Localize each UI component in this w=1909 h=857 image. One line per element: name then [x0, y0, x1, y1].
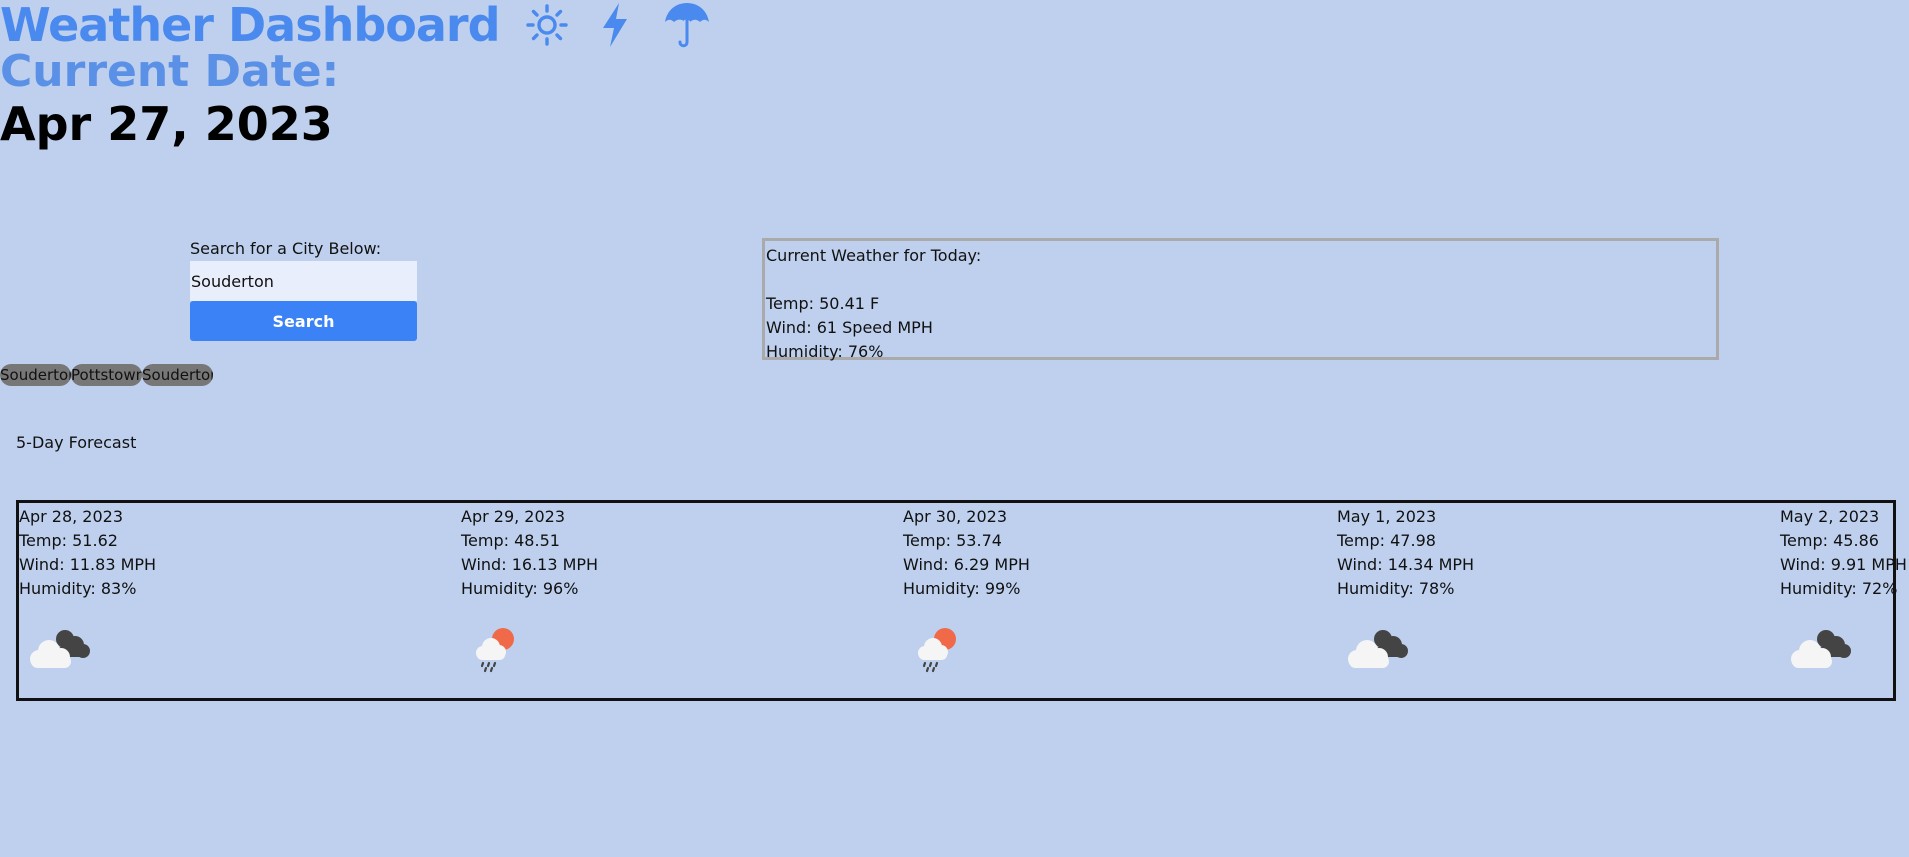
history-button[interactable]: Souderton: [142, 364, 213, 386]
forecast-wind: Wind: 14.34 MPH: [1337, 555, 1475, 574]
forecast-wind: Wind: 11.83 MPH: [19, 555, 157, 574]
overcast-clouds-icon: [1780, 615, 1860, 675]
forecast-temp: Temp: 51.62: [19, 531, 118, 550]
current-weather-title: Current Weather for Today:: [766, 246, 982, 265]
city-search-input[interactable]: [190, 261, 417, 301]
history-button[interactable]: Souderton: [0, 364, 71, 386]
forecast-panel: Apr 28, 2023 Temp: 51.62 Wind: 11.83 MPH…: [16, 500, 1907, 701]
search-label: Search for a City Below:: [190, 239, 382, 258]
current-date: Apr 27, 2023: [0, 97, 333, 151]
lightning-icon: [590, 0, 640, 50]
forecast-temp: Temp: 45.86: [1780, 531, 1879, 550]
forecast-humidity: Humidity: 72%: [1780, 579, 1898, 598]
forecast-temp: Temp: 48.51: [461, 531, 560, 550]
current-wind: Wind: 61 Speed MPH: [766, 318, 933, 337]
forecast-humidity: Humidity: 99%: [903, 579, 1021, 598]
search-panel: Search for a City Below: Search: [190, 238, 417, 341]
forecast-day: Apr 30, 2023 Temp: 53.74 Wind: 6.29 MPH …: [903, 505, 1030, 675]
forecast-date: May 1, 2023: [1337, 507, 1437, 526]
title-row: Weather Dashboard: [0, 0, 712, 50]
forecast-date: Apr 30, 2023: [903, 507, 1008, 526]
history-button[interactable]: Pottstown: [71, 364, 142, 386]
current-humidity: Humidity: 76%: [766, 342, 884, 361]
forecast-day: May 2, 2023 Temp: 45.86 Wind: 9.91 MPH H…: [1780, 505, 1907, 675]
forecast-humidity: Humidity: 96%: [461, 579, 579, 598]
current-temp: Temp: 50.41 F: [766, 294, 880, 313]
page-title: Weather Dashboard: [0, 0, 501, 52]
forecast-date: Apr 28, 2023: [19, 507, 124, 526]
umbrella-icon: [662, 0, 712, 50]
rain-sun-icon: [903, 615, 983, 675]
current-weather-panel: Current Weather for Today: Temp: 50.41 F…: [762, 238, 1719, 361]
search-history: Souderton Pottstown Souderton: [0, 364, 213, 386]
sun-icon: [522, 0, 572, 50]
forecast-wind: Wind: 6.29 MPH: [903, 555, 1030, 574]
header: Weather Dashboard Current Date: Apr 27, …: [0, 0, 712, 150]
forecast-day: May 1, 2023 Temp: 47.98 Wind: 14.34 MPH …: [1337, 505, 1474, 675]
rain-sun-icon: [461, 615, 541, 675]
forecast-wind: Wind: 16.13 MPH: [461, 555, 599, 574]
search-button[interactable]: Search: [190, 301, 417, 341]
overcast-clouds-icon: [19, 615, 99, 675]
forecast-humidity: Humidity: 78%: [1337, 579, 1455, 598]
forecast-date: Apr 29, 2023: [461, 507, 566, 526]
forecast-date: May 2, 2023: [1780, 507, 1880, 526]
forecast-day: Apr 28, 2023 Temp: 51.62 Wind: 11.83 MPH…: [19, 505, 156, 675]
forecast-temp: Temp: 47.98: [1337, 531, 1436, 550]
forecast-temp: Temp: 53.74: [903, 531, 1002, 550]
overcast-clouds-icon: [1337, 615, 1417, 675]
forecast-wind: Wind: 9.91 MPH: [1780, 555, 1907, 574]
current-date-label: Current Date:: [0, 46, 340, 97]
forecast-humidity: Humidity: 83%: [19, 579, 137, 598]
forecast-day: Apr 29, 2023 Temp: 48.51 Wind: 16.13 MPH…: [461, 505, 598, 675]
forecast-heading: 5-Day Forecast: [16, 433, 137, 452]
